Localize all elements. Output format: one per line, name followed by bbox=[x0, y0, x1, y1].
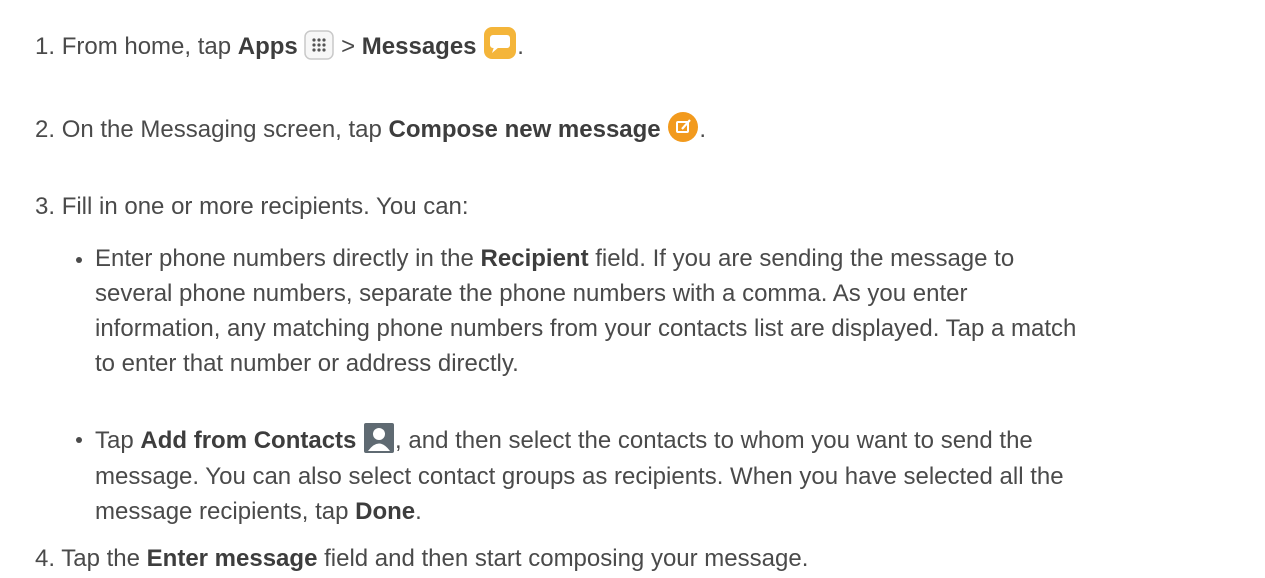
step-4: 4. Tap the Enter message field and then … bbox=[35, 542, 808, 576]
step-number: 2. bbox=[35, 116, 56, 143]
bullet-1-line-1: Enter phone numbers directly in the Reci… bbox=[95, 242, 1014, 276]
step-text: On the Messaging screen, tap bbox=[61, 116, 389, 143]
bullet-1-line-3: information, any matching phone numbers … bbox=[95, 315, 1077, 342]
messages-label: Messages bbox=[361, 33, 477, 60]
add-from-contacts-label: Add from Contacts bbox=[140, 427, 357, 454]
bullet-2-line-2: message. You can also select contact gro… bbox=[95, 463, 1064, 490]
apps-grid-icon bbox=[304, 30, 335, 70]
step-number: 1. bbox=[35, 33, 56, 60]
done-label: Done bbox=[355, 498, 416, 525]
step-number: 4. bbox=[35, 545, 56, 572]
apps-label: Apps bbox=[237, 33, 298, 60]
step-number: 3. bbox=[35, 193, 56, 220]
step-3: 3. Fill in one or more recipients. You c… bbox=[35, 190, 469, 224]
bullet-text: . bbox=[415, 498, 422, 525]
step-text: Fill in one or more recipients. You can: bbox=[61, 193, 469, 220]
bullet-marker bbox=[76, 437, 82, 443]
step-text: Tap the bbox=[61, 545, 147, 572]
bullet-text: field. If you are sending the message to bbox=[588, 245, 1015, 272]
step-end: . bbox=[699, 116, 706, 143]
bullet-text: Tap bbox=[95, 427, 141, 454]
bullet-2-line-3: message recipients, tap Done. bbox=[95, 495, 422, 529]
bullet-1-line-4: to enter that number or address directly… bbox=[95, 350, 519, 377]
bullet-1-line-2: several phone numbers, separate the phon… bbox=[95, 280, 968, 307]
step-2: 2. On the Messaging screen, tap Compose … bbox=[35, 111, 706, 153]
step-1: 1. From home, tap Apps > Messages . bbox=[35, 26, 524, 70]
enter-message-label: Enter message bbox=[146, 545, 318, 572]
separator: > bbox=[341, 33, 362, 60]
step-end: . bbox=[517, 33, 524, 60]
messages-app-icon bbox=[483, 26, 517, 70]
step-text: From home, tap bbox=[61, 33, 238, 60]
bullet-2-line-1: Tap Add from Contacts , and then select … bbox=[95, 422, 1033, 464]
compose-message-icon bbox=[667, 111, 699, 153]
recipient-label: Recipient bbox=[480, 245, 589, 272]
compose-label: Compose new message bbox=[388, 116, 661, 143]
contacts-person-icon bbox=[363, 422, 395, 464]
step-text: field and then start composing your mess… bbox=[317, 545, 809, 572]
bullet-text: message recipients, tap bbox=[95, 498, 356, 525]
bullet-text: , and then select the contacts to whom y… bbox=[395, 427, 1033, 454]
bullet-marker bbox=[76, 257, 82, 263]
bullet-text: Enter phone numbers directly in the bbox=[95, 245, 481, 272]
